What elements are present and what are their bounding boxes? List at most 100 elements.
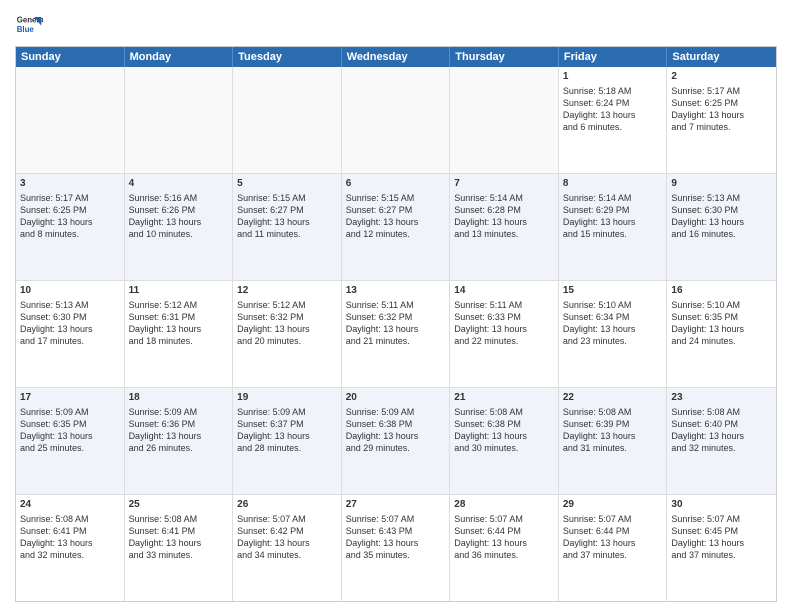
header: General Blue — [15, 10, 777, 38]
day-info: Sunset: 6:43 PM — [346, 525, 446, 537]
calendar-cell-empty-04 — [450, 67, 559, 173]
day-info: Sunset: 6:35 PM — [20, 418, 120, 430]
calendar-cell-empty-01 — [125, 67, 234, 173]
calendar-cell-empty-03 — [342, 67, 451, 173]
day-number: 24 — [20, 498, 120, 512]
calendar-cell-18: 18Sunrise: 5:09 AMSunset: 6:36 PMDayligh… — [125, 388, 234, 494]
day-info: and 25 minutes. — [20, 442, 120, 454]
calendar-cell-25: 25Sunrise: 5:08 AMSunset: 6:41 PMDayligh… — [125, 495, 234, 601]
day-number: 14 — [454, 284, 554, 298]
calendar-cell-empty-00 — [16, 67, 125, 173]
day-info: Sunrise: 5:18 AM — [563, 85, 663, 97]
day-info: Sunrise: 5:17 AM — [20, 192, 120, 204]
calendar-cell-5: 5Sunrise: 5:15 AMSunset: 6:27 PMDaylight… — [233, 174, 342, 280]
day-number: 15 — [563, 284, 663, 298]
header-day-wednesday: Wednesday — [342, 47, 451, 67]
day-info: Daylight: 13 hours — [563, 109, 663, 121]
day-info: and 31 minutes. — [563, 442, 663, 454]
day-info: and 37 minutes. — [563, 549, 663, 561]
day-info: Sunrise: 5:09 AM — [237, 406, 337, 418]
page: General Blue SundayMondayTuesdayWednesda… — [0, 0, 792, 612]
calendar-cell-11: 11Sunrise: 5:12 AMSunset: 6:31 PMDayligh… — [125, 281, 234, 387]
day-info: Sunset: 6:28 PM — [454, 204, 554, 216]
day-info: Sunset: 6:37 PM — [237, 418, 337, 430]
day-info: Daylight: 13 hours — [346, 537, 446, 549]
day-info: Sunrise: 5:07 AM — [563, 513, 663, 525]
calendar-cell-2: 2Sunrise: 5:17 AMSunset: 6:25 PMDaylight… — [667, 67, 776, 173]
day-number: 9 — [671, 177, 772, 191]
day-info: Sunset: 6:33 PM — [454, 311, 554, 323]
day-info: Sunrise: 5:16 AM — [129, 192, 229, 204]
header-day-thursday: Thursday — [450, 47, 559, 67]
logo: General Blue — [15, 10, 43, 38]
day-info: Daylight: 13 hours — [346, 323, 446, 335]
day-info: Daylight: 13 hours — [454, 537, 554, 549]
day-info: Sunset: 6:41 PM — [129, 525, 229, 537]
day-info: and 36 minutes. — [454, 549, 554, 561]
day-info: Sunrise: 5:12 AM — [237, 299, 337, 311]
day-info: and 32 minutes. — [671, 442, 772, 454]
day-info: and 18 minutes. — [129, 335, 229, 347]
day-number: 12 — [237, 284, 337, 298]
day-info: Daylight: 13 hours — [129, 430, 229, 442]
calendar-cell-19: 19Sunrise: 5:09 AMSunset: 6:37 PMDayligh… — [233, 388, 342, 494]
day-info: Daylight: 13 hours — [454, 216, 554, 228]
calendar-row-5: 24Sunrise: 5:08 AMSunset: 6:41 PMDayligh… — [16, 495, 776, 601]
day-number: 8 — [563, 177, 663, 191]
header-day-saturday: Saturday — [667, 47, 776, 67]
day-info: Sunrise: 5:14 AM — [454, 192, 554, 204]
day-info: Sunset: 6:40 PM — [671, 418, 772, 430]
day-info: Daylight: 13 hours — [563, 323, 663, 335]
calendar-cell-12: 12Sunrise: 5:12 AMSunset: 6:32 PMDayligh… — [233, 281, 342, 387]
day-info: Sunrise: 5:10 AM — [671, 299, 772, 311]
calendar-cell-17: 17Sunrise: 5:09 AMSunset: 6:35 PMDayligh… — [16, 388, 125, 494]
day-info: Daylight: 13 hours — [671, 537, 772, 549]
day-info: and 6 minutes. — [563, 121, 663, 133]
day-info: Sunset: 6:34 PM — [563, 311, 663, 323]
calendar-cell-23: 23Sunrise: 5:08 AMSunset: 6:40 PMDayligh… — [667, 388, 776, 494]
day-info: and 7 minutes. — [671, 121, 772, 133]
day-info: and 15 minutes. — [563, 228, 663, 240]
day-number: 2 — [671, 70, 772, 84]
day-info: Daylight: 13 hours — [20, 216, 120, 228]
calendar-cell-14: 14Sunrise: 5:11 AMSunset: 6:33 PMDayligh… — [450, 281, 559, 387]
day-info: Sunrise: 5:08 AM — [563, 406, 663, 418]
calendar-cell-22: 22Sunrise: 5:08 AMSunset: 6:39 PMDayligh… — [559, 388, 668, 494]
day-info: Sunrise: 5:09 AM — [346, 406, 446, 418]
day-info: and 28 minutes. — [237, 442, 337, 454]
day-number: 10 — [20, 284, 120, 298]
logo-icon: General Blue — [15, 10, 43, 38]
day-info: and 13 minutes. — [454, 228, 554, 240]
day-info: Sunset: 6:45 PM — [671, 525, 772, 537]
day-info: Sunset: 6:32 PM — [237, 311, 337, 323]
day-info: Sunset: 6:44 PM — [454, 525, 554, 537]
day-number: 28 — [454, 498, 554, 512]
day-info: and 21 minutes. — [346, 335, 446, 347]
day-info: and 32 minutes. — [20, 549, 120, 561]
day-number: 11 — [129, 284, 229, 298]
day-info: Sunrise: 5:07 AM — [671, 513, 772, 525]
svg-text:Blue: Blue — [17, 25, 35, 34]
calendar-cell-1: 1Sunrise: 5:18 AMSunset: 6:24 PMDaylight… — [559, 67, 668, 173]
calendar-cell-3: 3Sunrise: 5:17 AMSunset: 6:25 PMDaylight… — [16, 174, 125, 280]
header-day-friday: Friday — [559, 47, 668, 67]
day-number: 5 — [237, 177, 337, 191]
calendar-cell-30: 30Sunrise: 5:07 AMSunset: 6:45 PMDayligh… — [667, 495, 776, 601]
day-info: Sunset: 6:26 PM — [129, 204, 229, 216]
day-info: Sunset: 6:29 PM — [563, 204, 663, 216]
day-info: Sunset: 6:30 PM — [20, 311, 120, 323]
day-info: Daylight: 13 hours — [563, 537, 663, 549]
day-info: and 10 minutes. — [129, 228, 229, 240]
header-day-tuesday: Tuesday — [233, 47, 342, 67]
day-info: Sunrise: 5:14 AM — [563, 192, 663, 204]
day-info: Sunset: 6:27 PM — [346, 204, 446, 216]
day-info: and 17 minutes. — [20, 335, 120, 347]
day-info: and 26 minutes. — [129, 442, 229, 454]
day-number: 22 — [563, 391, 663, 405]
day-info: Daylight: 13 hours — [454, 323, 554, 335]
calendar-cell-13: 13Sunrise: 5:11 AMSunset: 6:32 PMDayligh… — [342, 281, 451, 387]
day-info: Sunset: 6:31 PM — [129, 311, 229, 323]
day-info: Sunrise: 5:12 AM — [129, 299, 229, 311]
day-info: and 16 minutes. — [671, 228, 772, 240]
day-info: Daylight: 13 hours — [20, 323, 120, 335]
